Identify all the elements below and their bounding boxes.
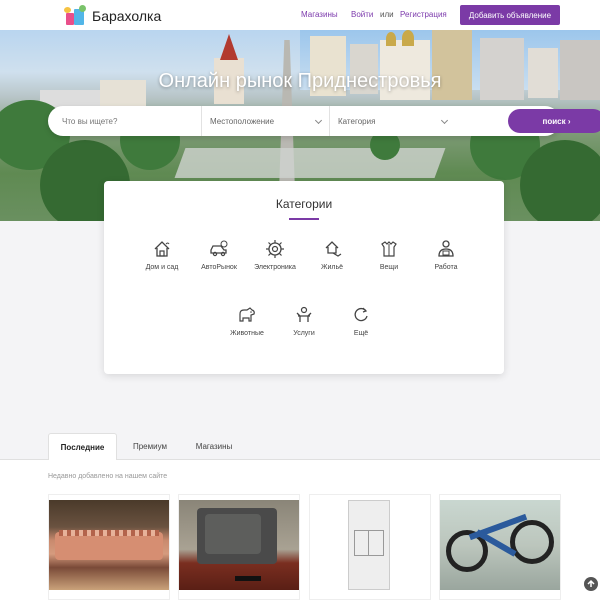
sofa-photo xyxy=(49,500,169,590)
hero-title: Онлайн рынок Приднестровья xyxy=(158,70,442,92)
categories-card: Категории Дом и сад АвтоРынок Электроник… xyxy=(104,181,504,374)
category-more[interactable]: Ещё xyxy=(338,305,384,338)
title-underline xyxy=(289,218,319,220)
house-hand-icon xyxy=(325,241,342,257)
site-logo[interactable]: Барахолка xyxy=(64,4,161,28)
category-label: Дом и сад xyxy=(145,264,179,271)
clothes-icon xyxy=(381,241,397,257)
listing-card[interactable] xyxy=(178,494,300,600)
search-bar: Местоположение Категория поиск › xyxy=(48,106,600,136)
tab-latest[interactable]: Последние xyxy=(48,433,117,461)
car-icon xyxy=(210,240,228,257)
search-input[interactable] xyxy=(62,106,202,136)
category-home-garden[interactable]: Дом и сад xyxy=(139,239,185,272)
arrow-up-icon xyxy=(587,579,595,587)
recent-caption: Недавно добавлено на нашем сайте xyxy=(48,473,168,480)
category-jobs[interactable]: Работа xyxy=(423,239,469,272)
gear-chip-icon xyxy=(266,240,284,258)
category-label: АвтоРынок xyxy=(201,264,237,271)
category-things[interactable]: Вещи xyxy=(366,239,412,272)
site-header: Барахолка Магазины Войти или Регистрация… xyxy=(0,0,600,30)
category-label: Вещи xyxy=(379,264,399,271)
nav-login-link[interactable]: Войти xyxy=(351,10,373,19)
category-services[interactable]: Услуги xyxy=(281,305,327,338)
category-label: Услуги xyxy=(293,330,315,337)
search-button[interactable]: поиск › xyxy=(508,109,600,133)
category-housing[interactable]: Жильё xyxy=(309,239,355,272)
floor-plan-photo xyxy=(310,500,430,590)
listing-card[interactable] xyxy=(48,494,170,600)
category-select[interactable]: Категория xyxy=(329,106,457,136)
category-animals[interactable]: Животные xyxy=(224,305,270,338)
chevron-down-icon xyxy=(314,116,323,125)
location-select-label: Местоположение xyxy=(210,116,275,126)
nav-stores-link[interactable]: Магазины xyxy=(301,10,338,19)
category-label: Ещё xyxy=(353,330,369,337)
refresh-icon xyxy=(354,307,368,322)
services-icon xyxy=(296,306,312,322)
tab-premium[interactable]: Премиум xyxy=(120,433,180,460)
worker-icon xyxy=(438,240,454,257)
categories-title: Категории xyxy=(275,197,333,211)
category-label: Работа xyxy=(434,264,458,271)
scroll-top-button[interactable] xyxy=(584,577,598,591)
logo-icon xyxy=(64,5,88,27)
category-auto[interactable]: АвтоРынок xyxy=(196,239,242,272)
category-label: Животные xyxy=(230,330,264,337)
chevron-down-icon xyxy=(440,116,449,125)
listing-tabs: Последние Премиум Магазины xyxy=(0,433,600,461)
location-select[interactable]: Местоположение xyxy=(201,106,329,136)
category-select-label: Категория xyxy=(338,116,376,126)
house-garden-icon xyxy=(154,241,170,257)
listing-card[interactable] xyxy=(309,494,431,600)
nav-or-text: или xyxy=(380,10,394,19)
logo-text: Барахолка xyxy=(92,8,162,24)
add-listing-button[interactable]: Добавить объявление xyxy=(460,5,560,25)
tab-stores[interactable]: Магазины xyxy=(183,433,245,460)
category-label: Электроника xyxy=(254,264,296,271)
bicycle-photo xyxy=(440,500,560,590)
tv-photo xyxy=(179,500,299,590)
category-electronics[interactable]: Электроника xyxy=(252,239,298,272)
listing-card[interactable] xyxy=(439,494,561,600)
nav-register-link[interactable]: Регистрация xyxy=(400,10,447,19)
dog-icon xyxy=(239,307,255,322)
category-label: Жильё xyxy=(321,264,343,271)
